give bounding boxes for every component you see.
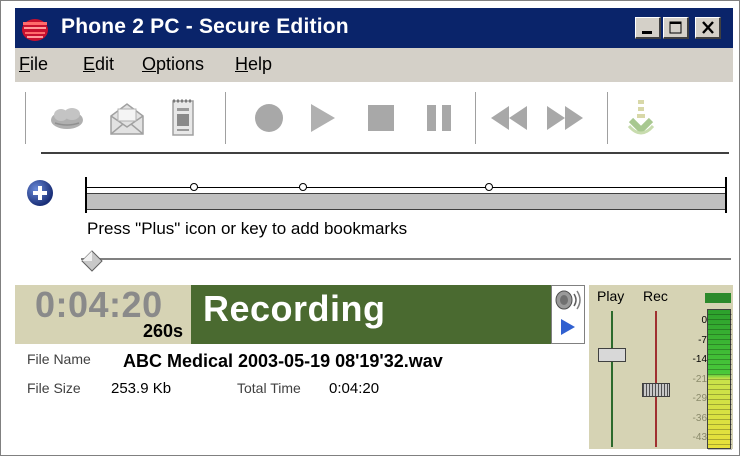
fast-forward-icon[interactable]	[543, 96, 587, 140]
bookmark-marker[interactable]	[485, 183, 493, 191]
minimize-icon	[642, 31, 652, 34]
elapsed-seconds: 260s	[142, 321, 183, 341]
file-size-value: 253.9 Kb	[111, 380, 172, 397]
recording-level-bar	[707, 309, 732, 450]
cloud-icon[interactable]	[45, 96, 89, 140]
recording-status: Recording	[203, 288, 386, 329]
menu-edit[interactable]: Edit	[83, 54, 114, 75]
position-slider-track[interactable]	[81, 258, 731, 261]
total-time-label: Total Time	[237, 380, 301, 396]
app-window: Phone 2 PC - Secure Edition File Edit Op…	[0, 0, 740, 456]
level-scale-label: 0	[701, 315, 707, 326]
download-icon[interactable]	[619, 96, 663, 140]
rec-label: Rec	[643, 288, 668, 304]
menu-file-key: F	[19, 54, 30, 74]
menu-bar: File Edit Options Help	[15, 48, 733, 82]
bookmark-marker[interactable]	[299, 183, 307, 191]
rec-volume-track[interactable]	[655, 311, 657, 447]
speaker-icon	[555, 290, 581, 335]
level-scale-label: -43	[692, 432, 707, 443]
total-time-value: 0:04:20	[329, 380, 380, 397]
level-scale-label: -29	[692, 393, 707, 404]
menu-options[interactable]: Options	[142, 54, 204, 75]
toolbar-grip	[25, 92, 29, 144]
play-icon[interactable]	[299, 96, 343, 140]
menu-help[interactable]: Help	[235, 54, 272, 75]
level-scale-label: -14	[692, 354, 707, 365]
file-name-value: ABC Medical 2003-05-19 08'19'32.wav	[123, 351, 443, 371]
level-scale-label: -36	[692, 413, 707, 424]
menu-options-key: O	[142, 54, 157, 74]
play-volume-track[interactable]	[611, 311, 613, 447]
maximize-button[interactable]	[663, 17, 689, 39]
timeline-bar	[85, 193, 727, 210]
menu-file-label: ile	[30, 54, 49, 74]
window-title: Phone 2 PC - Secure Edition	[61, 15, 349, 38]
bookmark-marker[interactable]	[190, 183, 198, 191]
rewind-icon[interactable]	[487, 96, 531, 140]
close-button[interactable]	[695, 17, 721, 39]
menu-edit-label: dit	[95, 54, 115, 74]
position-slider-thumb[interactable]	[81, 250, 103, 272]
volume-meters-panel: Play Rec 0 -7 -14 -21 -29 -36 -43	[589, 285, 733, 450]
pause-icon[interactable]	[417, 96, 461, 140]
toolbar-separator	[225, 92, 229, 144]
timeline-start-marker	[85, 177, 87, 213]
title-bar[interactable]: Phone 2 PC - Secure Edition	[15, 8, 733, 48]
file-size-label: File Size	[27, 380, 81, 396]
rec-volume-slider[interactable]	[642, 383, 670, 397]
toolbar-separator	[475, 92, 479, 144]
level-scale-label: -7	[698, 335, 707, 346]
record-icon[interactable]	[247, 96, 291, 140]
play-label: Play	[597, 288, 625, 304]
elapsed-time: 0:04:20	[35, 284, 163, 325]
maximize-icon	[669, 21, 682, 34]
level-indicator	[705, 293, 731, 303]
toolbar	[15, 82, 733, 158]
level-scale-label: -21	[692, 374, 707, 385]
bookmark-hint: Press "Plus" icon or key to add bookmark…	[87, 219, 408, 238]
recording-status-panel: Recording	[191, 285, 551, 344]
menu-edit-key: E	[83, 54, 96, 74]
stop-icon[interactable]	[359, 96, 403, 140]
speaker-button[interactable]	[551, 285, 585, 344]
toolbar-divider	[41, 152, 729, 154]
add-bookmark-button[interactable]	[27, 180, 53, 206]
play-volume-slider[interactable]	[598, 348, 626, 362]
envelope-icon[interactable]	[105, 96, 149, 140]
toolbar-separator	[607, 92, 611, 144]
timeline-end-marker	[725, 177, 727, 213]
file-name-label: File Name	[27, 351, 91, 367]
app-icon	[22, 19, 48, 41]
menu-file[interactable]: File	[19, 54, 48, 75]
bookmark-track	[85, 187, 727, 188]
bookmark-timeline[interactable]	[85, 177, 727, 213]
close-icon	[702, 21, 714, 34]
menu-options-label: ptions	[156, 54, 205, 74]
document-icon[interactable]	[161, 96, 205, 140]
minimize-button[interactable]	[635, 17, 661, 39]
menu-help-key: H	[235, 54, 248, 74]
elapsed-time-panel: 0:04:20 260s	[15, 284, 191, 344]
menu-help-label: elp	[248, 54, 273, 74]
